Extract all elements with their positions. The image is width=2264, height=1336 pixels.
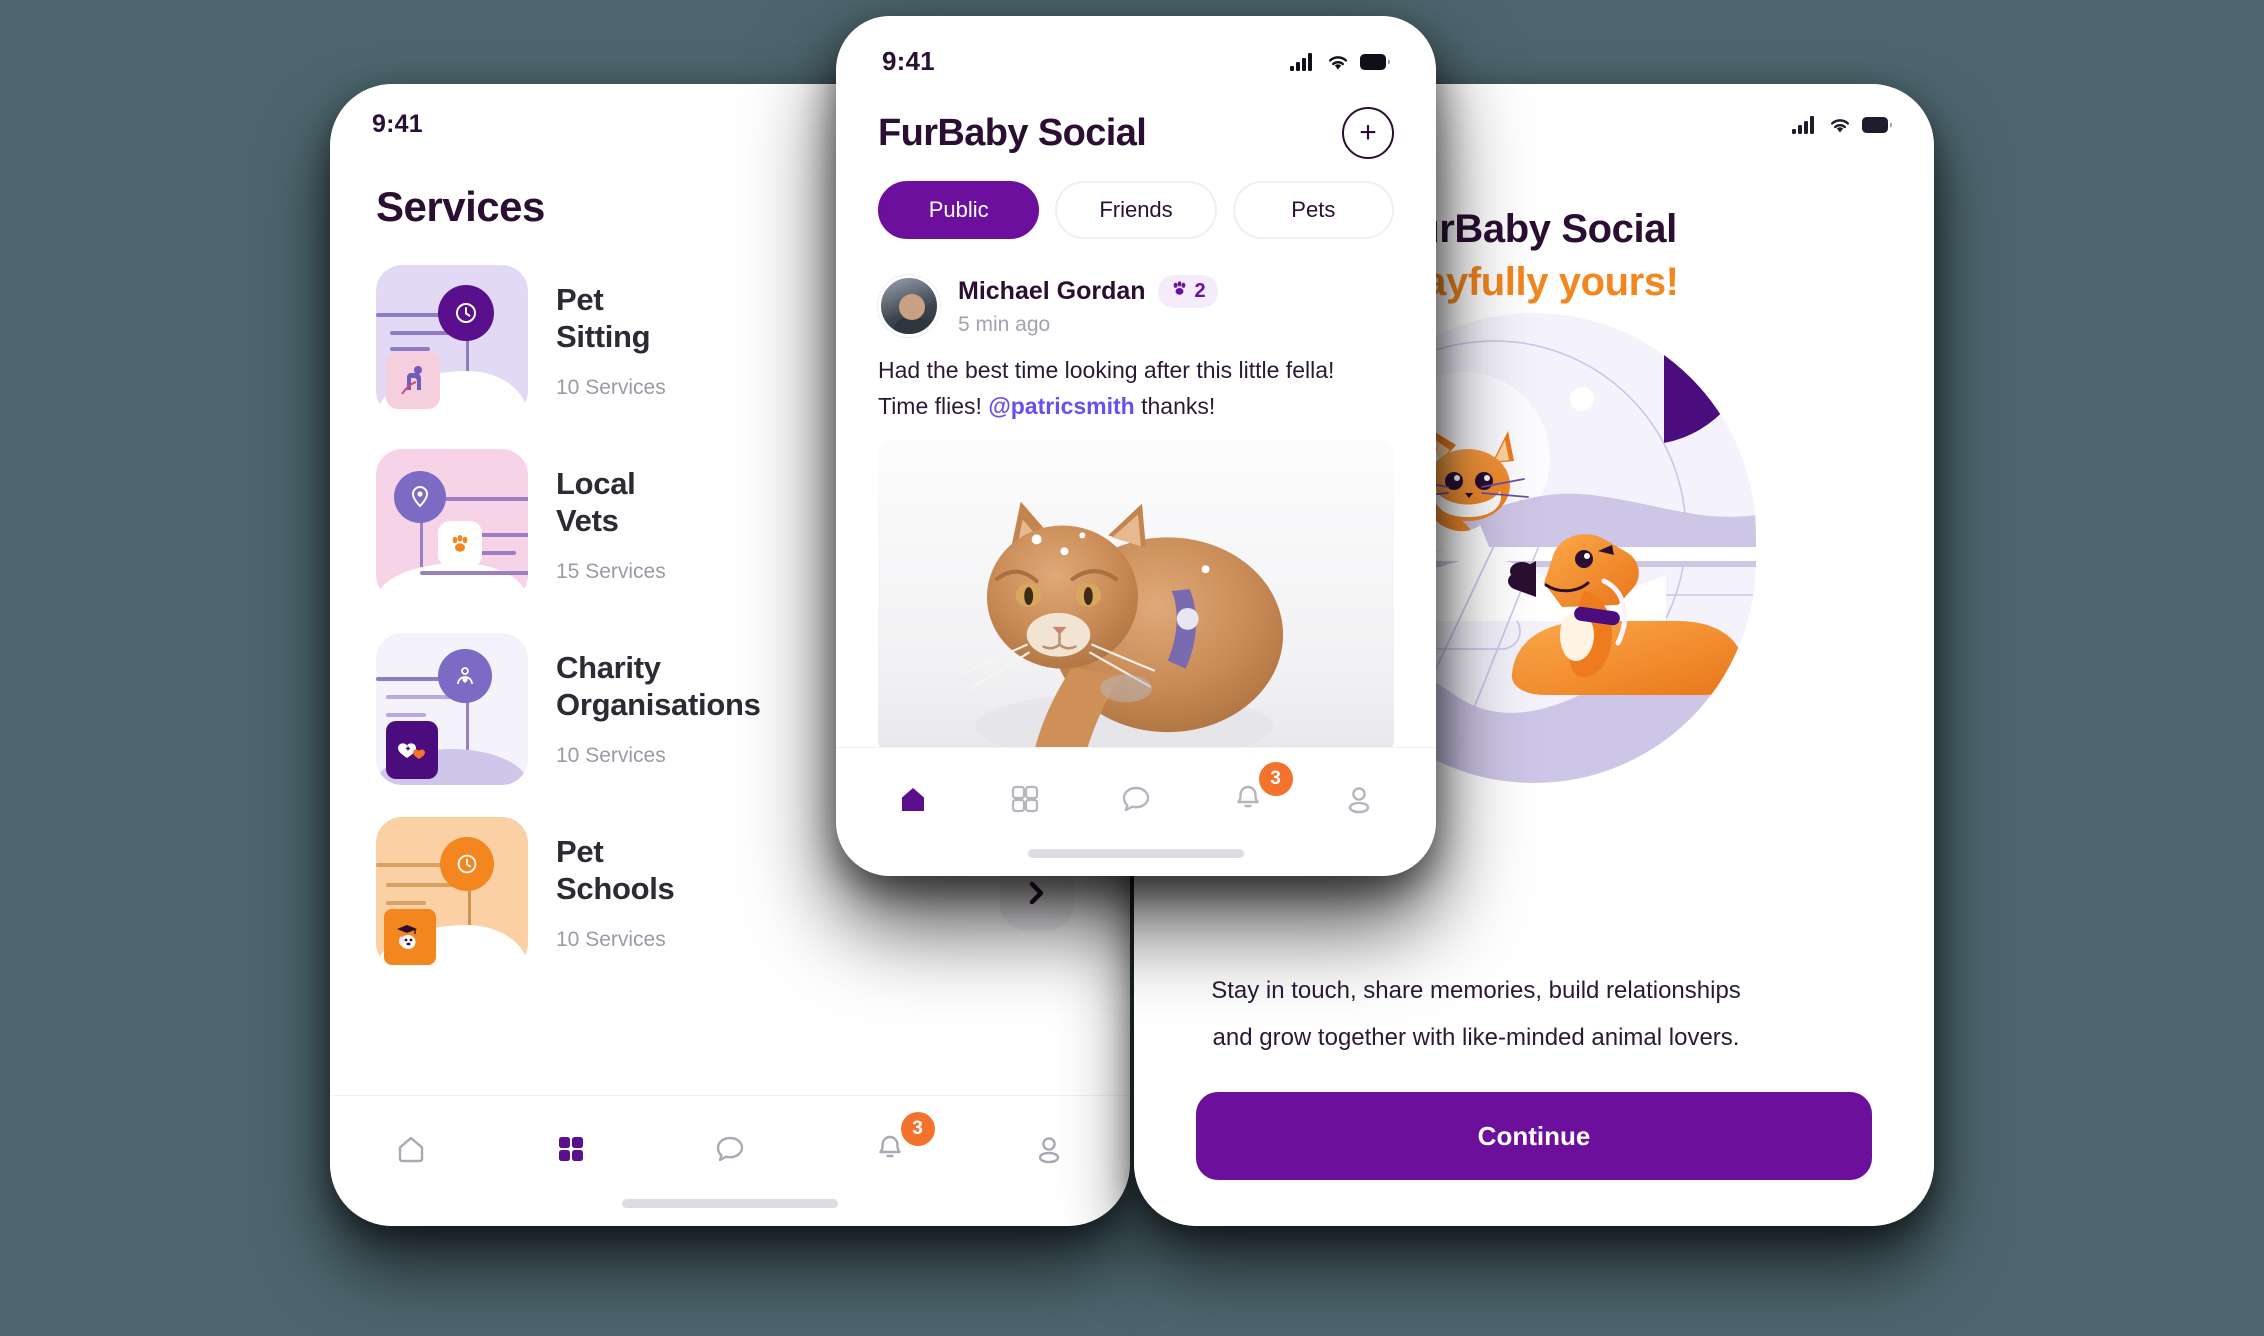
chat-icon <box>1117 780 1155 818</box>
paw-icon <box>1170 279 1189 304</box>
status-bar-icons <box>1290 52 1390 71</box>
status-bar-time: 9:41 <box>372 110 423 138</box>
cellular-signal-icon <box>1792 115 1818 134</box>
post-header: Michael Gordan 2 5 min ago <box>878 275 1394 337</box>
post-author-name: Michael Gordan <box>958 277 1146 305</box>
cellular-signal-icon <box>1290 52 1316 71</box>
paw-badge: 2 <box>1157 275 1218 308</box>
status-bar: 9:41 <box>836 16 1436 77</box>
post-body-line-2: Time flies! @patricsmith thanks! <box>878 389 1394 425</box>
clock-icon <box>440 837 494 891</box>
tab-services[interactable] <box>540 1118 602 1180</box>
post-body-line-1: Had the best time looking after this lit… <box>878 357 1335 383</box>
tab-services[interactable] <box>994 768 1056 830</box>
person-icon <box>1030 1130 1068 1168</box>
notification-badge: 3 <box>1258 762 1293 796</box>
bottom-tab-bar: 3 <box>330 1095 1130 1180</box>
post-image[interactable] <box>878 440 1394 747</box>
grid-icon <box>553 1131 589 1167</box>
paw-count: 2 <box>1194 280 1206 302</box>
feed-list[interactable]: Michael Gordan 2 5 min ago Had the best … <box>836 257 1436 747</box>
dog-walk-icon <box>386 351 440 409</box>
battery-icon <box>1862 116 1892 133</box>
service-thumbnail <box>376 633 528 785</box>
wifi-icon <box>1326 53 1350 71</box>
service-thumbnail <box>376 449 528 601</box>
tab-home[interactable] <box>882 768 944 830</box>
service-thumbnail <box>376 265 528 417</box>
continue-button[interactable]: Continue <box>1196 1092 1872 1180</box>
avatar[interactable] <box>878 275 940 337</box>
paw-icon <box>438 521 482 567</box>
tab-messages[interactable] <box>1105 768 1167 830</box>
home-indicator <box>836 830 1436 876</box>
post-mention[interactable]: @patricsmith <box>988 393 1134 419</box>
map-pin-icon <box>394 471 446 523</box>
chat-icon <box>711 1130 749 1168</box>
feed-filter-tabs: Public Friends Pets <box>836 159 1436 257</box>
charity-person-icon <box>438 649 492 703</box>
tab-pets[interactable]: Pets <box>1232 181 1394 239</box>
hearts-icon <box>386 721 438 779</box>
post-author-row: Michael Gordan 2 <box>958 275 1218 308</box>
wifi-icon <box>1828 116 1852 134</box>
post-author-block: Michael Gordan 2 5 min ago <box>958 275 1218 337</box>
notification-badge: 3 <box>900 1112 935 1146</box>
service-count: 10 Services <box>556 927 666 951</box>
post-timestamp: 5 min ago <box>958 313 1051 336</box>
feed-screen: 9:41 FurBaby Social + Public Friends Pet… <box>836 16 1436 876</box>
tab-public[interactable]: Public <box>878 181 1040 239</box>
person-icon <box>1340 780 1378 818</box>
home-indicator <box>1134 1180 1934 1226</box>
status-bar-icons <box>1792 115 1892 134</box>
post-body-line-2-post: thanks! <box>1134 392 1216 419</box>
service-thumbnail <box>376 817 528 969</box>
home-icon <box>894 780 932 818</box>
phone-feed: 9:41 FurBaby Social + Public Friends Pet… <box>836 16 1436 876</box>
bottom-tab-bar: 3 <box>836 747 1436 830</box>
clock-icon <box>438 285 494 341</box>
feed-post: Michael Gordan 2 5 min ago Had the best … <box>836 257 1436 747</box>
grid-icon <box>1007 781 1043 817</box>
post-body: Had the best time looking after this lit… <box>878 353 1394 424</box>
tab-friends[interactable]: Friends <box>1055 181 1217 239</box>
tab-profile[interactable] <box>1018 1118 1080 1180</box>
battery-icon <box>1360 53 1390 70</box>
tab-home[interactable] <box>380 1118 442 1180</box>
status-bar-time: 9:41 <box>882 46 935 76</box>
tab-profile[interactable] <box>1328 768 1390 830</box>
feed-header: FurBaby Social + <box>836 77 1436 159</box>
tab-notifications[interactable]: 3 <box>1217 762 1293 830</box>
tab-messages[interactable] <box>699 1118 761 1180</box>
tab-notifications[interactable]: 3 <box>859 1112 935 1180</box>
graduate-dog-icon <box>384 909 436 965</box>
app-brand-title: FurBaby Social <box>878 111 1147 154</box>
home-icon <box>392 1130 430 1168</box>
screenshot-stage: 9:41 Services Pet Sitting 10 Services Lo… <box>0 0 2264 1336</box>
home-indicator <box>330 1180 1130 1226</box>
post-body-line-2-pre: Time flies! <box>878 392 989 419</box>
plus-icon[interactable]: + <box>1342 107 1394 159</box>
onboarding-body-text: Stay in touch, share memories, build rel… <box>1211 977 1741 1052</box>
onboarding-footer: Stay in touch, share memories, build rel… <box>1134 950 1934 1180</box>
